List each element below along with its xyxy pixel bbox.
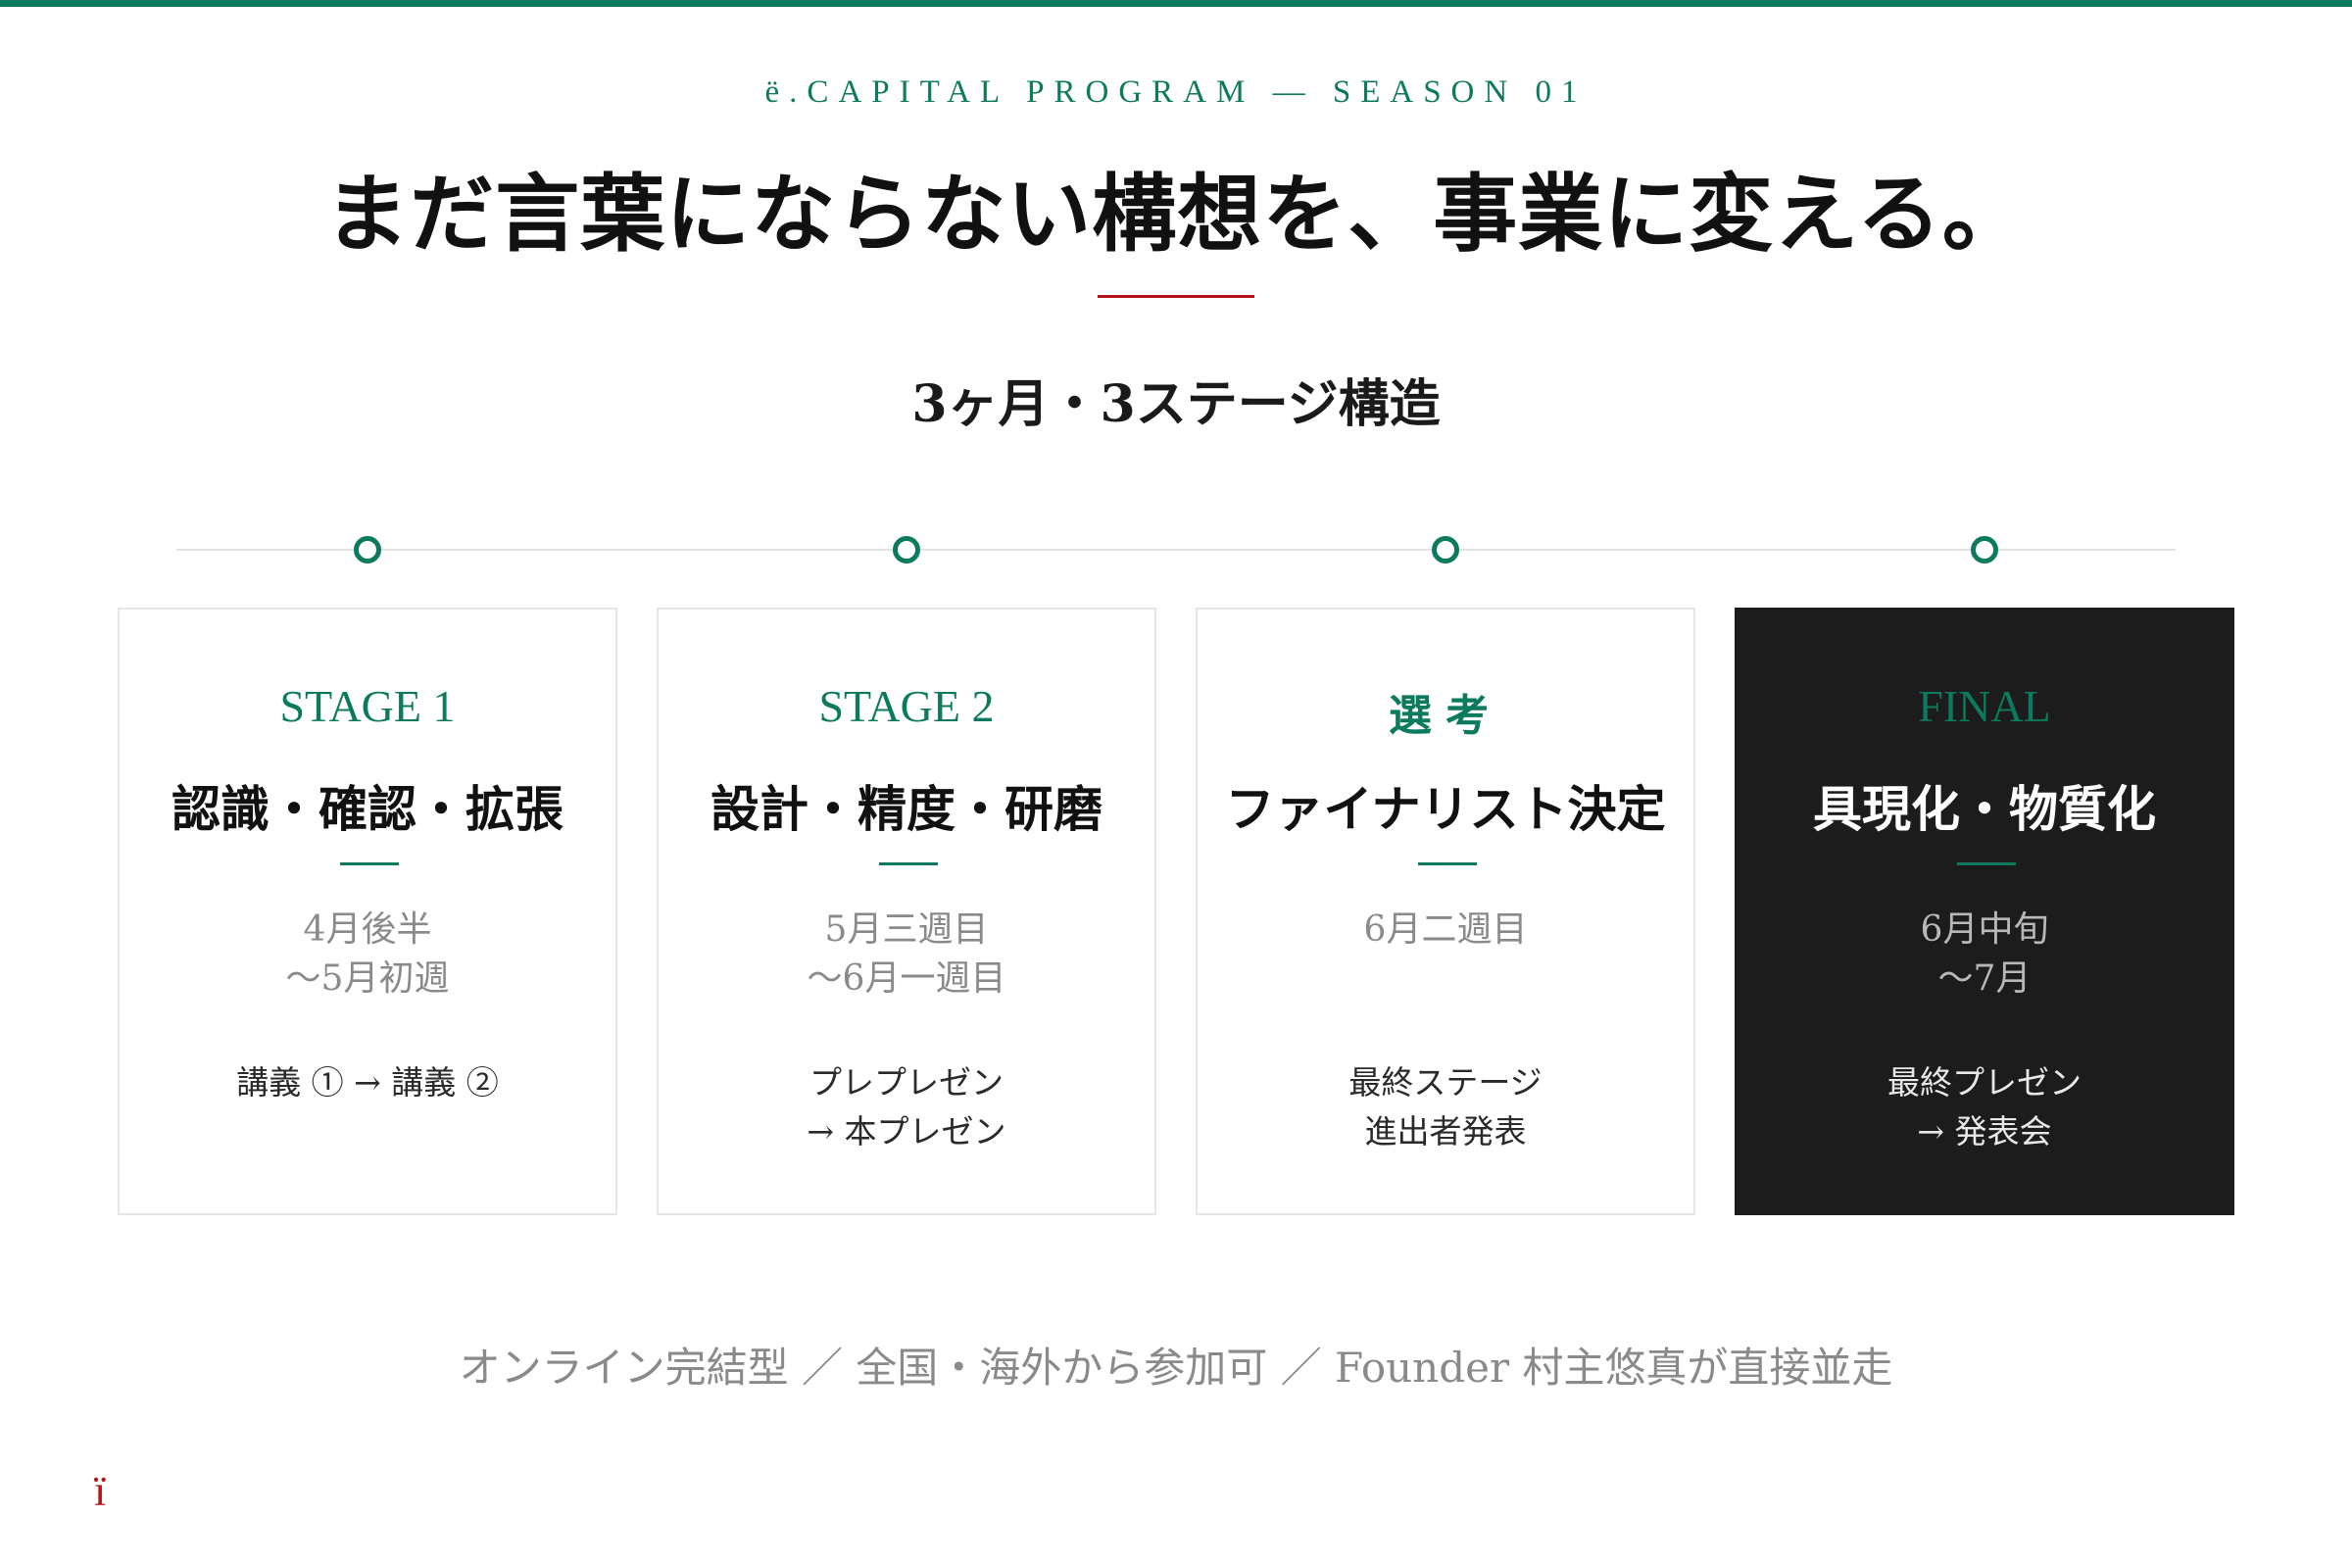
stage-card-1: STAGE 1 認識・確認・拡張 4月後半 〜5月初週 講義 ① → 講義 ② — [118, 608, 617, 1215]
stage-detail-line: → 発表会 — [1917, 1112, 2052, 1151]
stage-divider — [1418, 862, 1477, 865]
stage-label: STAGE 2 — [818, 681, 995, 731]
stage-period: 6月中旬 〜7月 — [1737, 906, 2232, 1004]
timeline-node-3 — [1432, 536, 1459, 564]
stage-detail-line: 最終プレゼン — [1887, 1063, 2082, 1102]
stage-label: STAGE 1 — [279, 681, 456, 731]
stage-card-final: FINAL 具現化・物質化 6月中旬 〜7月 最終プレゼン → 発表会 — [1735, 608, 2234, 1215]
stage-divider — [1957, 862, 2016, 865]
stage-title: 認識・確認・拡張 — [172, 780, 564, 838]
stage-period-line: 6月二週目 — [1363, 909, 1528, 950]
stage-period: 4月後半 〜5月初週 — [120, 906, 615, 1004]
stage-detail-line: 進出者発表 — [1364, 1112, 1527, 1151]
stage-detail-line: → 本プレゼン — [807, 1112, 1006, 1151]
stage-title: ファイナリスト決定 — [1225, 780, 1666, 838]
stage-title: 設計・精度・研磨 — [710, 780, 1102, 838]
page-title: まだ言葉にならない構想を、事業に変える。 — [324, 165, 2028, 264]
timeline-line — [176, 549, 2176, 551]
stage-period: 5月三週目 〜6月一週目 — [659, 906, 1154, 1004]
stage-label: 選考 — [1389, 691, 1502, 741]
timeline-node-1 — [354, 536, 381, 564]
program-eyebrow: ë.CAPITAL PROGRAM — SEASON 01 — [764, 74, 1588, 110]
stage-period-line: 〜6月一週目 — [807, 958, 1006, 999]
title-underline — [1098, 295, 1254, 298]
stage-cards: STAGE 1 認識・確認・拡張 4月後半 〜5月初週 講義 ① → 講義 ② … — [118, 608, 2234, 1215]
brand-logo-mark: ï — [94, 1467, 107, 1515]
stage-detail: 最終ステージ 進出者発表 — [1198, 1058, 1693, 1156]
stage-detail-line: プレプレゼン — [809, 1063, 1004, 1102]
stage-period: 6月二週目 — [1198, 906, 1693, 955]
stage-period-line: 4月後半 — [303, 909, 432, 950]
timeline-node-4 — [1971, 536, 1998, 564]
stage-card-3: 選考 ファイナリスト決定 6月二週目 最終ステージ 進出者発表 — [1196, 608, 1695, 1215]
structure-subtitle: 3ヶ月・3ステージ構造 — [911, 374, 1441, 434]
stage-detail-line: 最終ステージ — [1348, 1063, 1543, 1102]
stage-label: FINAL — [1918, 681, 2051, 731]
stage-title: 具現化・物質化 — [1813, 780, 2156, 838]
stage-divider — [879, 862, 938, 865]
stage-detail: 講義 ① → 講義 ② — [120, 1058, 615, 1107]
stage-divider — [340, 862, 399, 865]
stage-detail: プレプレゼン → 本プレゼン — [659, 1058, 1154, 1156]
stage-period-line: 〜7月 — [1937, 958, 2032, 999]
stage-detail-line: 講義 ① → 講義 ② — [236, 1063, 499, 1102]
timeline-node-2 — [893, 536, 920, 564]
stage-card-2: STAGE 2 設計・精度・研磨 5月三週目 〜6月一週目 プレプレゼン → 本… — [657, 608, 1156, 1215]
program-features-note: オンライン完結型 ／ 全国・海外から参加可 ／ Founder 村主悠真が直接並… — [459, 1344, 1893, 1392]
stage-period-line: 5月三週目 — [824, 909, 989, 950]
stage-period-line: 6月中旬 — [1920, 909, 2049, 950]
top-accent-bar — [0, 0, 2352, 7]
slide: ë.CAPITAL PROGRAM — SEASON 01 まだ言葉にならない構… — [0, 0, 2352, 1568]
stage-period-line: 〜5月初週 — [285, 958, 450, 999]
stage-detail: 最終プレゼン → 発表会 — [1737, 1058, 2232, 1156]
